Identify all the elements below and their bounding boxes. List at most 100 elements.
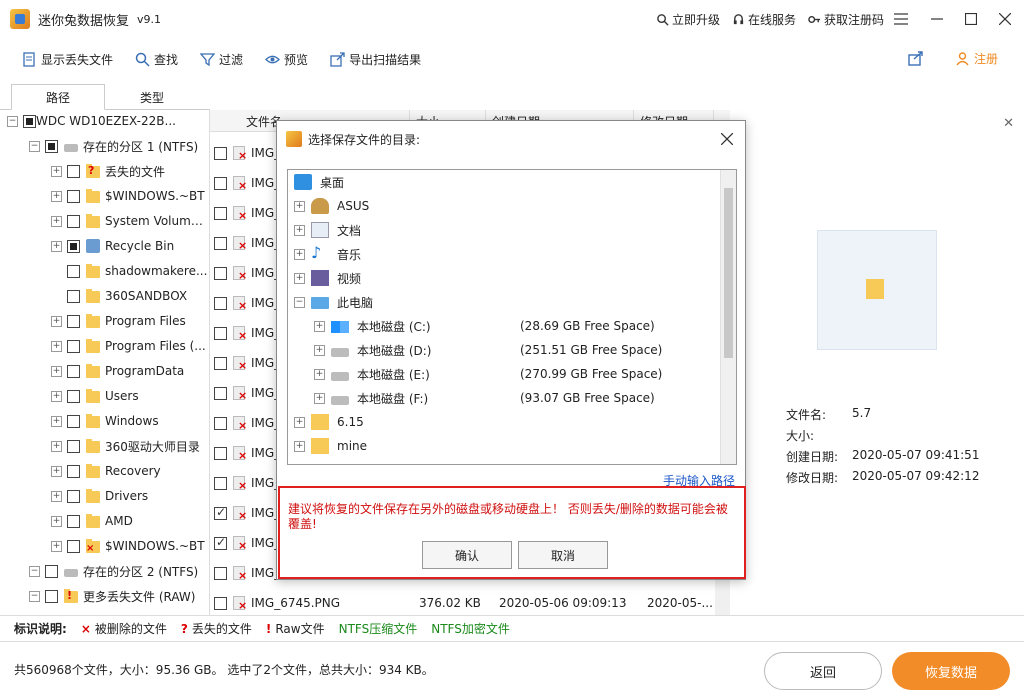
row-checkbox[interactable] (214, 476, 227, 490)
directory-item[interactable]: − 此电脑 (288, 290, 720, 314)
directory-item[interactable]: + 本地磁盘 (C:) (28.69 GB Free Space) (288, 314, 720, 338)
row-checkbox[interactable] (214, 176, 227, 190)
tree-item[interactable]: + AMD (0, 510, 209, 532)
tree-item[interactable]: − 存在的分区 1 (NTFS) (0, 135, 209, 157)
tree-checkbox[interactable] (67, 264, 80, 278)
directory-scrollbar[interactable] (720, 170, 736, 464)
tree-item[interactable]: − WDC WD10EZEX-22B... (0, 110, 209, 132)
tree-item[interactable]: + Program Files (... (0, 335, 209, 357)
expand-toggle-icon[interactable]: + (294, 224, 305, 236)
close-window-button[interactable] (988, 0, 1022, 38)
row-checkbox[interactable] (214, 296, 227, 310)
tree-checkbox[interactable] (67, 339, 80, 353)
tree-item[interactable]: + Windows (0, 410, 209, 432)
expand-toggle-icon[interactable]: − (29, 590, 40, 602)
tree-item[interactable]: +? 丢失的文件 (0, 160, 209, 182)
expand-toggle-icon[interactable]: + (51, 440, 62, 452)
tree-checkbox[interactable] (45, 139, 58, 153)
tree-checkbox[interactable] (67, 289, 80, 303)
tree-item[interactable]: + Program Files (0, 310, 209, 332)
directory-item[interactable]: + 视频 (288, 266, 720, 290)
row-checkbox[interactable] (214, 535, 227, 550)
menu-button[interactable] (884, 0, 918, 38)
tree-checkbox[interactable] (67, 489, 80, 503)
expand-toggle-icon[interactable]: + (314, 344, 325, 356)
tree-checkbox[interactable] (67, 314, 80, 328)
row-checkbox[interactable] (214, 505, 227, 520)
find-button[interactable]: 查找 (135, 51, 178, 68)
tree-checkbox[interactable] (67, 514, 80, 528)
row-checkbox[interactable] (214, 146, 227, 160)
expand-toggle-icon[interactable]: + (51, 515, 62, 527)
tree-checkbox[interactable] (67, 389, 80, 403)
tree-item[interactable]: + Recovery (0, 460, 209, 482)
tree-item[interactable]: + × $WINDOWS.~BT (0, 535, 209, 557)
directory-item[interactable]: + 本地磁盘 (D:) (251.51 GB Free Space) (288, 338, 720, 362)
export-scan-button[interactable]: 导出扫描结果 (330, 51, 421, 68)
tree-checkbox[interactable] (67, 214, 80, 228)
tree-item[interactable]: +360驱动大师目录 (0, 435, 209, 457)
directory-item[interactable]: + ♪ 音乐 (288, 242, 720, 266)
expand-toggle-icon[interactable]: − (294, 296, 305, 308)
directory-item[interactable]: + ASUS (288, 194, 720, 218)
tree-checkbox[interactable] (67, 539, 80, 553)
directory-item[interactable]: + 文档 (288, 218, 720, 242)
tree-checkbox[interactable] (67, 364, 80, 378)
row-checkbox[interactable] (214, 206, 227, 220)
back-button[interactable]: 返回 (764, 652, 882, 690)
expand-toggle-icon[interactable]: + (51, 340, 62, 352)
tab-type[interactable]: 类型 (105, 84, 199, 110)
expand-toggle-icon[interactable]: + (294, 416, 305, 428)
tree-checkbox[interactable] (45, 564, 58, 578)
tree-checkbox[interactable] (45, 589, 58, 603)
tree-item[interactable]: + $WINDOWS.~BT (0, 185, 209, 207)
expand-toggle-icon[interactable]: + (314, 320, 325, 332)
row-checkbox[interactable] (214, 566, 227, 580)
row-checkbox[interactable] (214, 446, 227, 460)
expand-toggle-icon[interactable] (51, 291, 62, 302)
tree-checkbox[interactable] (67, 189, 80, 203)
expand-toggle-icon[interactable]: + (294, 200, 305, 212)
maximize-button[interactable] (954, 0, 988, 38)
expand-toggle-icon[interactable]: + (294, 272, 305, 284)
cancel-button[interactable]: 取消 (518, 541, 608, 569)
expand-toggle-icon[interactable]: + (51, 365, 62, 377)
row-checkbox[interactable] (214, 266, 227, 280)
expand-toggle-icon[interactable]: + (294, 440, 305, 452)
share-button[interactable] (908, 50, 924, 69)
confirm-button[interactable]: 确认 (422, 541, 512, 569)
expand-toggle-icon[interactable]: + (51, 465, 62, 477)
expand-toggle-icon[interactable]: + (51, 240, 62, 252)
tree-item[interactable]: + ProgramData (0, 360, 209, 382)
expand-toggle-icon[interactable]: + (314, 392, 325, 404)
dialog-close-button[interactable] (717, 129, 737, 149)
filter-button[interactable]: 过滤 (200, 51, 243, 68)
upgrade-link[interactable]: 立即升级 (656, 11, 720, 28)
preview-button[interactable]: 预览 (265, 51, 308, 68)
expand-toggle-icon[interactable]: + (51, 315, 62, 327)
tree-checkbox[interactable] (67, 164, 80, 178)
expand-toggle-icon[interactable]: + (51, 190, 62, 202)
expand-toggle-icon[interactable]: + (51, 415, 62, 427)
expand-toggle-icon[interactable]: − (7, 115, 18, 127)
tree-item[interactable]: 360SANDBOX (0, 285, 209, 307)
tree-item[interactable]: + Recycle Bin (0, 235, 209, 257)
tree-checkbox[interactable] (67, 439, 80, 453)
row-checkbox[interactable] (214, 326, 227, 340)
show-lost-files-button[interactable]: 显示丢失文件 (22, 51, 113, 68)
directory-item[interactable]: 桌面 (288, 170, 720, 194)
directory-item[interactable]: + 本地磁盘 (F:) (93.07 GB Free Space) (288, 386, 720, 410)
get-code-link[interactable]: 获取注册码 (808, 11, 884, 28)
expand-toggle-icon[interactable]: − (29, 565, 40, 577)
expand-toggle-icon[interactable]: + (51, 540, 62, 552)
directory-item[interactable]: + 本地磁盘 (E:) (270.99 GB Free Space) (288, 362, 720, 386)
directory-item[interactable]: + mine (288, 434, 720, 458)
expand-toggle-icon[interactable]: + (51, 490, 62, 502)
expand-toggle-icon[interactable]: + (51, 215, 62, 227)
expand-toggle-icon[interactable] (51, 266, 62, 277)
online-service-link[interactable]: 在线服务 (732, 11, 796, 28)
tree-item[interactable]: −! 更多丢失文件 (RAW) (0, 585, 209, 607)
tree-checkbox[interactable] (67, 464, 80, 478)
tree-item[interactable]: + Drivers (0, 485, 209, 507)
expand-toggle-icon[interactable]: + (294, 248, 305, 260)
